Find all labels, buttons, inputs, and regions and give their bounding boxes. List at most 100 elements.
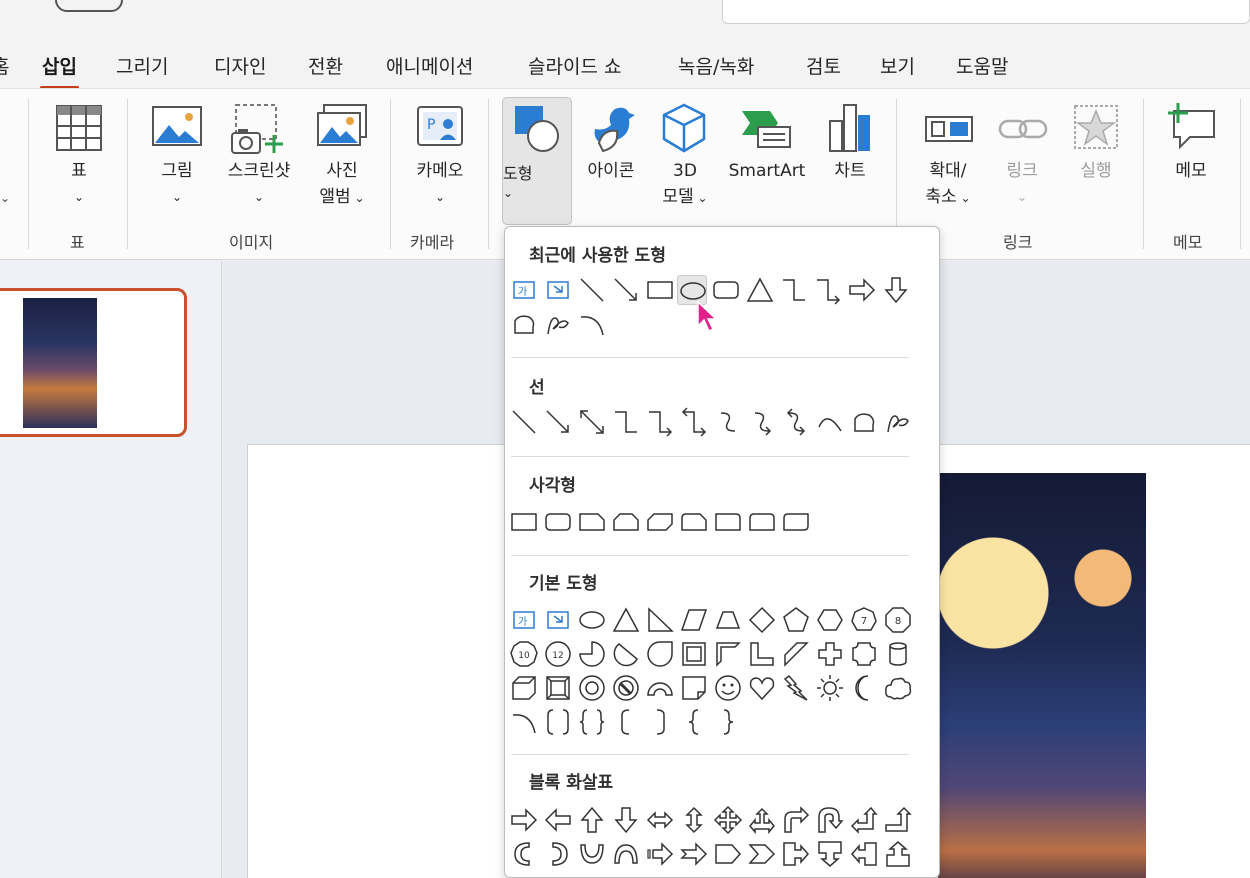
curved-connector-shape[interactable] [713,407,743,437]
decagon-shape[interactable]: 10 [509,639,539,669]
screenshot-button[interactable]: 스크린샷 ⌄ [216,103,302,223]
left-brace-shape[interactable] [679,707,709,737]
right-triangle-shape[interactable] [645,605,675,635]
textbox-shape[interactable]: 가 [509,605,539,635]
tab-transitions[interactable]: 전환 [308,52,343,79]
scribble-shape[interactable] [883,407,913,437]
lightning-bolt-shape[interactable] [781,673,811,703]
zoom-button[interactable]: 확대/ 축소 ⌄ [912,103,984,223]
double-brace-shape[interactable] [577,707,607,737]
pentagon-arrow-shape[interactable] [713,839,743,869]
rectangle-shape[interactable] [509,507,539,537]
picture-button[interactable]: 그림 ⌄ [148,103,206,223]
round-corner-rectangle-shape[interactable] [713,507,743,537]
line-shape[interactable] [509,407,539,437]
scribble-shape[interactable] [543,309,573,339]
right-bracket-shape[interactable] [645,707,675,737]
right-arrow-shape[interactable] [509,805,539,835]
elbow-arrow-connector-shape[interactable] [813,275,843,305]
chart-button[interactable]: 차트 [820,103,880,223]
bent-arrow-shape[interactable] [781,805,811,835]
3d-models-button[interactable]: 3D 모델 ⌄ [650,103,720,223]
triangle-shape[interactable] [745,275,775,305]
bent-up-arrow-shape[interactable] [883,805,913,835]
smiley-face-shape[interactable] [713,673,743,703]
comment-button[interactable]: 메모 [1160,103,1222,223]
no-symbol-shape[interactable] [611,673,641,703]
block-arc-shape[interactable] [645,673,675,703]
tab-home[interactable]: 홈 [0,52,9,79]
right-brace-shape[interactable] [713,707,743,737]
diagonal-stripe-shape[interactable] [781,639,811,669]
rounded-rectangle-shape[interactable] [543,507,573,537]
vertical-textbox-shape[interactable] [543,275,573,305]
octagon-shape[interactable]: 8 [883,605,913,635]
chevron-down-icon[interactable]: ⌄ [0,191,10,205]
double-arrow-line-shape[interactable] [577,407,607,437]
oval-shape[interactable] [577,605,607,635]
curve-shape[interactable] [815,407,845,437]
elbow-connector-shape[interactable] [779,275,809,305]
plaque-shape[interactable] [849,639,879,669]
hexagon-shape[interactable] [815,605,845,635]
sun-shape[interactable] [815,673,845,703]
tab-slideshow[interactable]: 슬라이드 쇼 [528,52,621,79]
freeform-shape[interactable] [849,407,879,437]
parallelogram-shape[interactable] [679,605,709,635]
left-right-up-arrow-shape[interactable] [747,805,777,835]
cube-shape[interactable] [509,673,539,703]
elbow-double-arrow-connector-shape[interactable] [679,407,709,437]
tab-review[interactable]: 검토 [806,52,841,79]
can-shape[interactable] [883,639,913,669]
vertical-textbox-shape[interactable] [543,605,573,635]
pentagon-shape[interactable] [781,605,811,635]
curved-right-arrow-shape[interactable] [509,839,539,869]
snip-diagonal-rectangle-shape[interactable] [645,507,675,537]
half-frame-shape[interactable] [713,639,743,669]
tab-design[interactable]: 디자인 [214,52,266,79]
frame-shape[interactable] [679,639,709,669]
right-arrow-shape[interactable] [847,275,877,305]
action-button[interactable]: 실행 [1066,103,1126,223]
curve-shape[interactable] [577,309,607,339]
left-arrow-shape[interactable] [543,805,573,835]
heart-shape[interactable] [747,673,777,703]
donut-shape[interactable] [577,673,607,703]
down-arrow-callout-shape[interactable] [815,839,845,869]
cross-shape[interactable] [815,639,845,669]
diamond-shape[interactable] [747,605,777,635]
freeform-shape[interactable] [509,309,539,339]
pie-shape[interactable] [577,639,607,669]
link-button[interactable]: 링크 ⌄ [994,103,1050,223]
tab-animations[interactable]: 애니메이션 [386,52,473,79]
moon-shape[interactable] [849,673,879,703]
folded-corner-shape[interactable] [679,673,709,703]
down-arrow-shape[interactable] [881,275,911,305]
photo-album-button[interactable]: 사진 앨범 ⌄ [310,103,374,223]
tab-view[interactable]: 보기 [880,52,915,79]
curved-double-arrow-connector-shape[interactable] [781,407,811,437]
icons-button[interactable]: 아이콘 [578,103,644,223]
tab-record[interactable]: 녹음/녹화 [678,52,754,79]
tab-draw[interactable]: 그리기 [116,52,168,79]
snip-corner-rectangle-shape[interactable] [577,507,607,537]
quad-arrow-shape[interactable] [713,805,743,835]
round-diagonal-rectangle-shape[interactable] [781,507,811,537]
curved-left-arrow-shape[interactable] [543,839,573,869]
snip-round-rectangle-shape[interactable] [679,507,709,537]
striped-right-arrow-shape[interactable] [645,839,675,869]
chord-shape[interactable] [611,639,641,669]
notched-right-arrow-shape[interactable] [679,839,709,869]
tab-help[interactable]: 도움말 [956,52,1008,79]
elbow-connector-shape[interactable] [611,407,641,437]
left-bracket-shape[interactable] [611,707,641,737]
elbow-arrow-connector-shape[interactable] [645,407,675,437]
up-down-arrow-shape[interactable] [679,805,709,835]
slide-thumbnail[interactable] [0,288,187,437]
curved-up-arrow-shape[interactable] [577,839,607,869]
tab-insert[interactable]: 삽입 [40,52,79,89]
right-arrow-callout-shape[interactable] [781,839,811,869]
curved-arrow-connector-shape[interactable] [747,407,777,437]
triangle-shape[interactable] [611,605,641,635]
autosave-toggle[interactable] [55,0,123,12]
